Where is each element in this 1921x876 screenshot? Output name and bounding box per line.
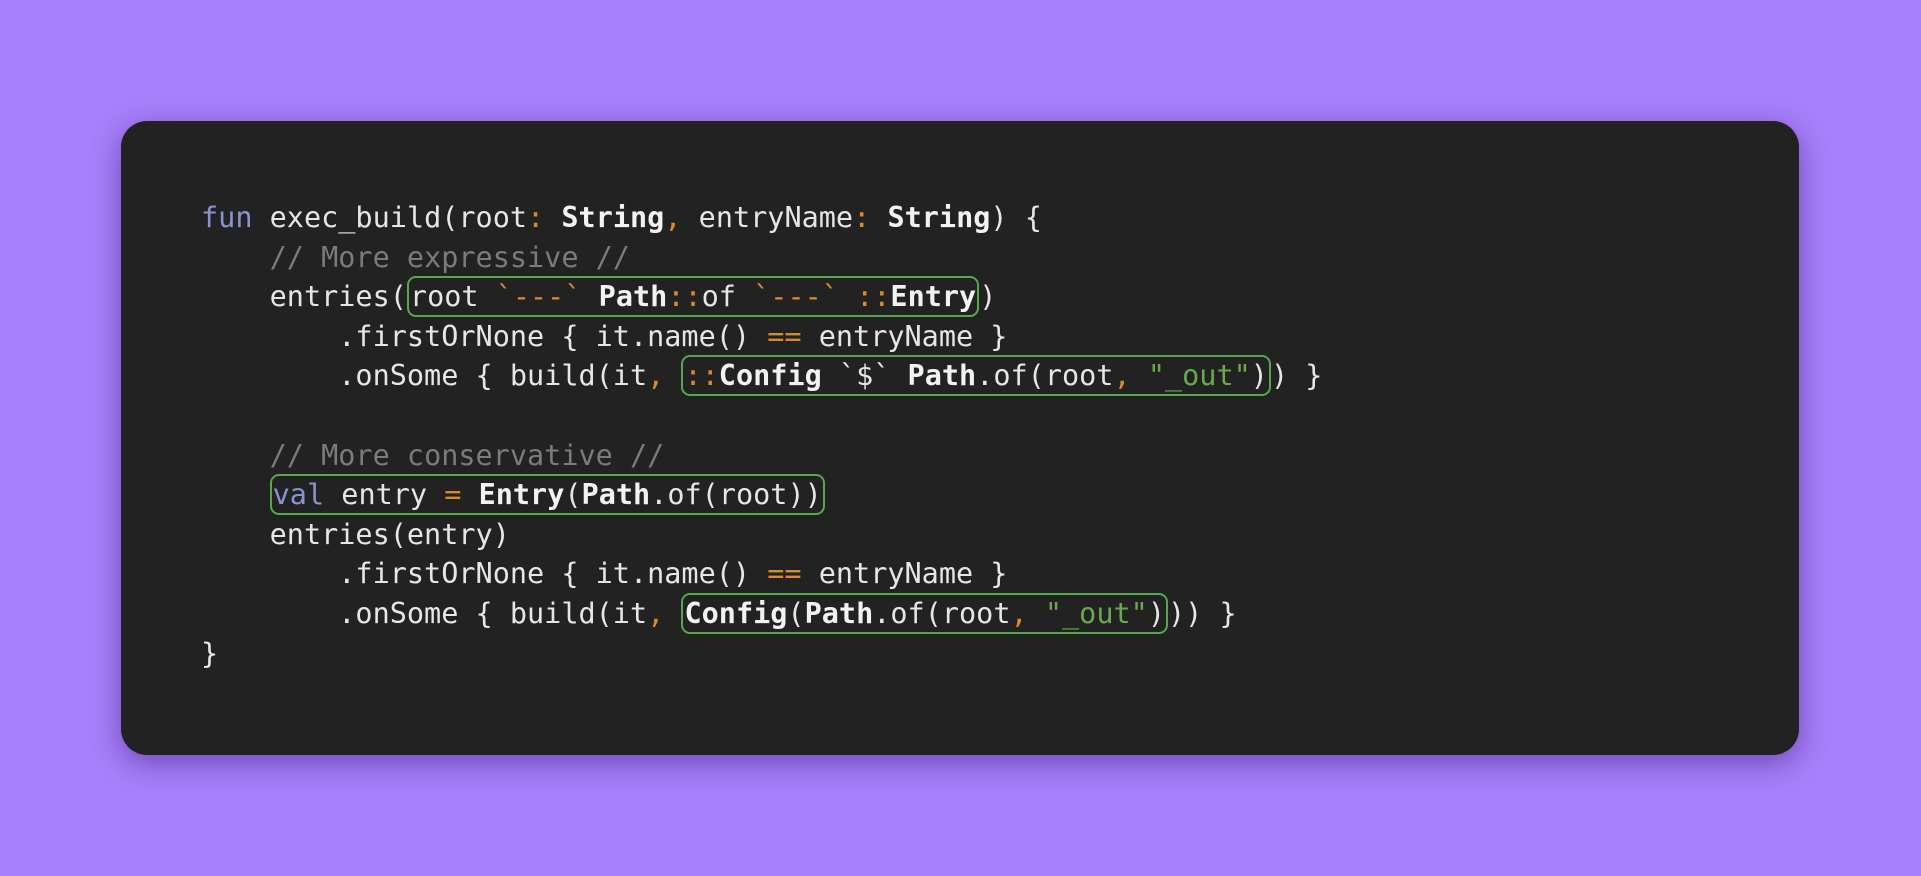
code-line: entries(entry) <box>201 515 1322 555</box>
code-token-text: .onSome { build(it <box>201 359 648 393</box>
code-token-operator: , <box>647 359 665 393</box>
code-token-text: .of(root)) <box>650 478 822 512</box>
code-token-type: Config <box>684 596 788 630</box>
code-highlight-box: val entry = Entry(Path.of(root)) <box>269 474 825 516</box>
code-token-text: entries( <box>201 280 407 314</box>
code-token-text: )) } <box>1167 596 1237 630</box>
code-token-operator: , <box>1113 359 1131 393</box>
code-token-type: Config <box>718 359 822 393</box>
code-token-text: .onSome { build(it <box>201 596 648 630</box>
code-token-text: entryName } <box>801 319 1008 353</box>
code-token-text: ) <box>1147 596 1165 630</box>
code-token-type: Path <box>804 596 874 630</box>
code-token-text: root <box>409 280 496 314</box>
code-token-operator: , <box>1010 596 1028 630</box>
code-token-text: .firstOrNone { it.name() <box>201 557 768 591</box>
code-token-operator: : <box>527 201 545 234</box>
code-token-text: exec_build(root <box>252 201 528 234</box>
code-token-text: ( <box>564 478 582 512</box>
code-token-text: .firstOrNone { it.name() <box>201 319 768 353</box>
code-token-operator: , <box>664 201 682 234</box>
code-token-string: "_out" <box>1147 359 1251 393</box>
code-token-comment: // More expressive // <box>269 240 630 274</box>
code-token-text: ) { <box>990 201 1042 234</box>
code-token-operator: = <box>444 478 462 512</box>
code-token-operator: == <box>767 557 802 591</box>
code-token-operator: == <box>767 319 802 353</box>
code-token-comment: // More conservative // <box>269 438 665 472</box>
code-line: .firstOrNone { it.name() == entryName } <box>201 554 1322 594</box>
code-token-text: ) <box>1250 359 1268 393</box>
code-line: // More conservative // <box>201 436 1322 476</box>
code-token-text: entryName <box>681 201 854 234</box>
code-token-operator: :: <box>856 280 891 314</box>
code-token-keyword: fun <box>201 201 253 234</box>
code-token-operator: `---` <box>495 280 582 314</box>
code-card: fun exec_build(root: String, entryName: … <box>121 121 1799 755</box>
code-token-text: of <box>701 280 754 314</box>
code-token-text: ) <box>979 280 997 314</box>
code-line: .onSome { build(it, ::Config `$` Path.of… <box>201 355 1323 397</box>
code-block: fun exec_build(root: String, entryName: … <box>201 198 1322 673</box>
code-token-text: .of(root <box>873 596 1011 630</box>
code-token-text: .of(root <box>976 359 1114 393</box>
code-token-string: "_out" <box>1044 596 1148 630</box>
code-token-text: entries(entry) <box>201 517 510 551</box>
code-line: } <box>201 634 1322 674</box>
code-token-text: entryName } <box>801 557 1008 591</box>
code-line: .firstOrNone { it.name() == entryName } <box>201 317 1322 357</box>
code-highlight-box: Config(Path.of(root, "_out") <box>681 592 1168 634</box>
code-token-type: String <box>887 201 991 234</box>
code-line: // More expressive // <box>201 238 1322 278</box>
code-token-type: String <box>561 201 665 234</box>
code-highlight-box: root `---` Path::of `---` ::Entry <box>406 276 980 318</box>
code-token-text: ( <box>787 596 805 630</box>
code-line: val entry = Entry(Path.of(root)) <box>201 474 1322 516</box>
code-token-text: } <box>201 636 219 670</box>
code-token-type: Entry <box>478 478 565 512</box>
code-token-type: Entry <box>890 280 977 314</box>
code-token-text: ) } <box>1270 359 1323 393</box>
code-token-operator: :: <box>667 280 702 314</box>
code-line: .onSome { build(it, Config(Path.of(root,… <box>201 592 1322 634</box>
code-token-operator: :: <box>684 359 719 393</box>
code-line: fun exec_build(root: String, entryName: … <box>201 198 1322 238</box>
code-line: entries(root `---` Path::of `---` ::Entr… <box>201 276 1322 318</box>
code-token-keyword: val <box>272 478 325 512</box>
code-token-operator: `---` <box>753 280 839 314</box>
code-token-text: `$` <box>821 359 908 393</box>
code-token-text: entry <box>324 478 445 512</box>
code-highlight-box: ::Config `$` Path.of(root, "_out") <box>681 355 1271 397</box>
code-token-type: Path <box>581 478 651 512</box>
code-token-type: Path <box>907 359 977 393</box>
code-token-operator: : <box>853 201 871 234</box>
code-token-operator: , <box>647 596 665 630</box>
code-token-type: Path <box>598 280 668 314</box>
